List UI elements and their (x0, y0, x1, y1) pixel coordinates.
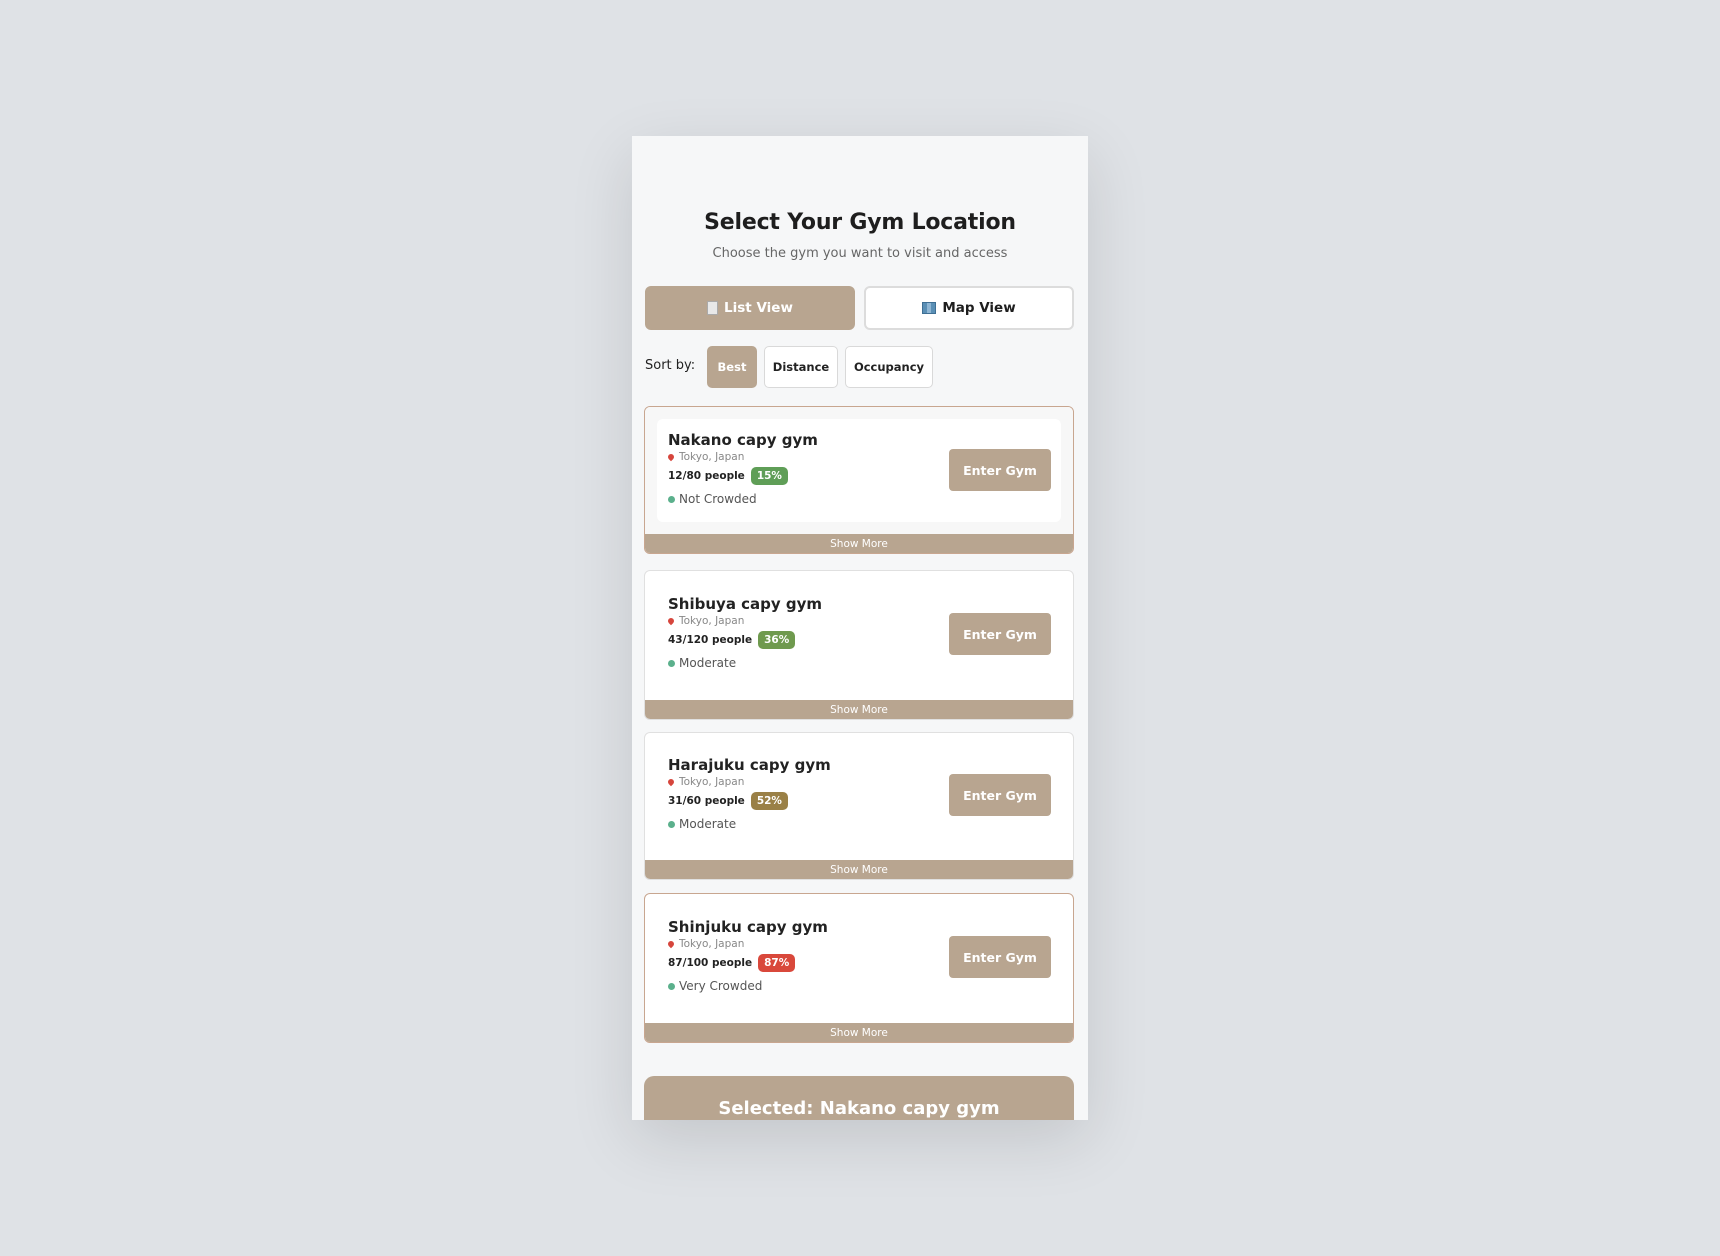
gym-card-shinjuku[interactable]: Shinjuku capy gym Tokyo, Japan 87/100 pe… (644, 893, 1074, 1043)
map-icon (922, 302, 937, 314)
gym-location: Tokyo, Japan (679, 776, 745, 788)
gym-people-count: 12/80 people (668, 470, 745, 482)
page-subtitle: Choose the gym you want to visit and acc… (712, 246, 1008, 261)
gym-name: Shinjuku capy gym (668, 918, 828, 936)
gym-name: Shibuya capy gym (668, 595, 823, 613)
gym-card-nakano[interactable]: Nakano capy gym Tokyo, Japan 12/80 peopl… (644, 406, 1074, 554)
pin-icon (666, 939, 676, 949)
map-view-button[interactable]: Map View (864, 286, 1074, 330)
gym-people-count: 87/100 people (668, 957, 753, 969)
gym-card-shibuya[interactable]: Shibuya capy gym Tokyo, Japan 43/120 peo… (644, 570, 1074, 720)
status-dot-icon (668, 982, 675, 990)
occupancy-badge: 52% (750, 792, 788, 810)
status-dot-icon (668, 659, 675, 667)
status-dot-icon (668, 495, 675, 503)
gym-card-harajuku[interactable]: Harajuku capy gym Tokyo, Japan 31/60 peo… (644, 732, 1074, 880)
sort-distance-button[interactable]: Distance (764, 346, 838, 388)
enter-gym-button[interactable]: Enter Gym (949, 774, 1051, 816)
gym-status: Very Crowded (679, 979, 763, 993)
occupancy-badge: 36% (758, 631, 796, 649)
sort-occupancy-button[interactable]: Occupancy (845, 346, 933, 388)
pin-icon (666, 616, 676, 626)
show-more-button[interactable]: Show More (645, 860, 1073, 879)
show-more-button[interactable]: Show More (645, 1023, 1073, 1042)
gym-location: Tokyo, Japan (679, 615, 745, 627)
gym-people-count: 31/60 people (668, 795, 745, 807)
selected-gym-bar[interactable]: Selected: Nakano capy gym (644, 1076, 1074, 1120)
status-dot-icon (668, 820, 675, 828)
list-view-label: List View (724, 300, 793, 316)
pin-icon (666, 452, 676, 462)
clipboard-icon (707, 301, 719, 315)
enter-gym-button[interactable]: Enter Gym (949, 613, 1051, 655)
sort-label: Sort by: (645, 358, 696, 373)
enter-gym-button[interactable]: Enter Gym (949, 449, 1051, 491)
occupancy-badge: 15% (750, 467, 788, 485)
selected-gym-text: Selected: Nakano capy gym (718, 1098, 1000, 1119)
gym-location: Tokyo, Japan (679, 938, 745, 950)
app-screen: Select Your Gym Location Choose the gym … (632, 136, 1088, 1120)
enter-gym-button[interactable]: Enter Gym (949, 936, 1051, 978)
gym-name: Harajuku capy gym (668, 756, 831, 774)
gym-name: Nakano capy gym (668, 431, 818, 449)
pin-icon (666, 777, 676, 787)
show-more-button[interactable]: Show More (645, 700, 1073, 719)
gym-status: Moderate (679, 656, 737, 670)
gym-location: Tokyo, Japan (679, 451, 745, 463)
page-title: Select Your Gym Location (704, 210, 1016, 235)
sort-best-button[interactable]: Best (707, 346, 757, 388)
map-view-label: Map View (942, 300, 1016, 316)
list-view-button[interactable]: List View (645, 286, 855, 330)
gym-status: Moderate (679, 817, 737, 831)
show-more-button[interactable]: Show More (645, 534, 1073, 553)
gym-status: Not Crowded (679, 492, 757, 506)
occupancy-badge: 87% (758, 954, 796, 972)
gym-people-count: 43/120 people (668, 634, 753, 646)
